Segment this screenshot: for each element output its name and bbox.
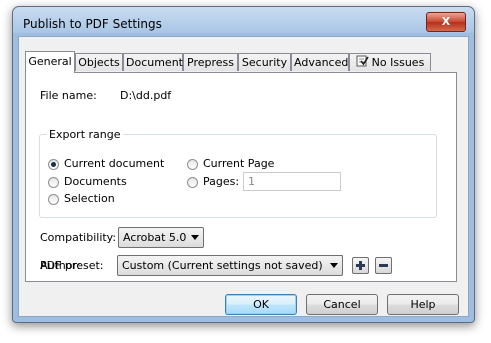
dialog-client-area: General Objects Document Prepress Securi… (18, 36, 469, 317)
radio-button[interactable] (48, 194, 59, 205)
add-preset-button[interactable] (352, 257, 369, 274)
pages-input[interactable]: 1 (243, 172, 341, 191)
tab-document[interactable]: Document (123, 53, 183, 71)
file-name-label: File name: (40, 89, 97, 102)
tab-label: Document (126, 56, 183, 69)
pdf-preset-select[interactable]: Custom (Current settings not saved) (117, 255, 343, 276)
radio-label: Current document (64, 157, 165, 170)
tab-label: No Issues (371, 56, 425, 69)
radio-label: Current Page (203, 157, 275, 170)
tab-label: Prepress (187, 56, 234, 69)
tab-no-issues[interactable]: No Issues (349, 53, 431, 71)
compatibility-value: Acrobat 5.0 (123, 231, 187, 244)
chevron-down-icon (330, 263, 338, 268)
file-name-value: D:\dd.pdf (120, 89, 172, 102)
radio-label: Selection (64, 192, 115, 205)
help-button[interactable]: Help (387, 294, 459, 315)
radio-label: Documents (64, 175, 127, 188)
tab-label: Advanced (294, 56, 349, 69)
plus-icon (356, 261, 365, 270)
minus-icon (379, 264, 388, 267)
compatibility-select[interactable]: Acrobat 5.0 (118, 227, 204, 248)
radio-button[interactable] (48, 177, 59, 188)
chevron-down-icon (191, 235, 199, 240)
pdf-preset-value: Custom (Current settings not saved) (122, 259, 323, 272)
tab-prepress[interactable]: Prepress (183, 53, 238, 71)
radio-label: Pages: (203, 175, 240, 188)
tab-security[interactable]: Security (238, 53, 291, 71)
remove-preset-button[interactable] (375, 257, 392, 274)
compatibility-label: Compatibility: (40, 231, 117, 244)
export-range-title: Export range (47, 128, 123, 141)
tab-label: General (28, 55, 72, 68)
tab-label: Objects (78, 56, 120, 69)
close-button[interactable]: X (426, 12, 466, 32)
ok-button[interactable]: OK (225, 294, 297, 315)
general-tab-panel: File name: D:\dd.pdf Export range Curren… (25, 72, 457, 282)
cancel-button[interactable]: Cancel (306, 294, 378, 315)
tab-label: Security (241, 56, 288, 69)
tab-objects[interactable]: Objects (75, 53, 123, 71)
tab-advanced[interactable]: Advanced (291, 53, 349, 71)
radio-button[interactable] (187, 177, 198, 188)
radio-button[interactable] (48, 159, 59, 170)
close-icon: X (441, 15, 451, 28)
tab-general[interactable]: General (25, 51, 75, 73)
radio-button[interactable] (187, 159, 198, 170)
pdf-preset-label: PDF preset: (40, 259, 104, 272)
window-title: Publish to PDF Settings (23, 17, 162, 31)
dialog-window: Publish to PDF Settings X General Object… (12, 6, 475, 323)
checklist-icon (356, 55, 369, 72)
